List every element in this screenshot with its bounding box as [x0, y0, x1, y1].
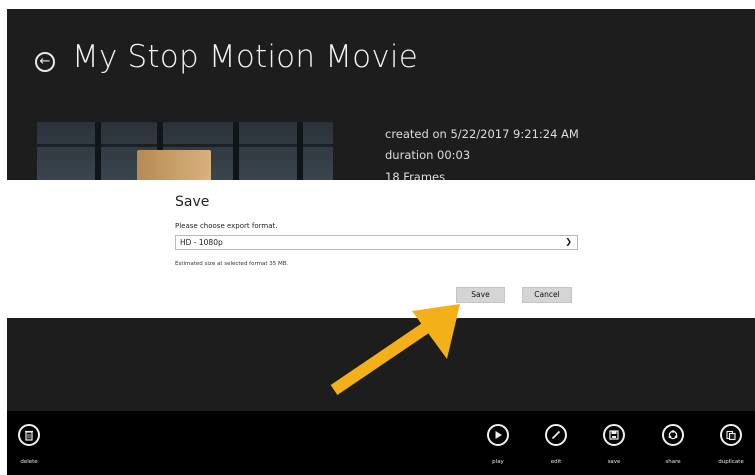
- share-button[interactable]: share: [653, 411, 695, 475]
- duplicate-button[interactable]: duplicate: [711, 411, 753, 475]
- save-label: save: [607, 459, 621, 465]
- delete-button[interactable]: delete: [9, 411, 51, 475]
- edit-label: edit: [550, 459, 562, 465]
- delete-label: delete: [20, 459, 38, 465]
- share-label: share: [665, 459, 681, 465]
- play-button[interactable]: play: [478, 411, 520, 475]
- pointer-arrow-annotation: [330, 304, 460, 395]
- app-bar: delete play edit save share duplicate: [7, 411, 755, 475]
- copy-icon: [726, 430, 736, 441]
- edit-button[interactable]: edit: [536, 411, 578, 475]
- app-window: ← My Stop Motion Movie created on 5/22/2…: [7, 9, 755, 475]
- save-appbar-button[interactable]: save: [594, 411, 636, 475]
- floppy-disk-icon: [609, 430, 619, 440]
- play-label: play: [492, 459, 504, 465]
- trash-icon: [25, 430, 33, 441]
- share-icon: [668, 430, 678, 440]
- pencil-icon: [551, 430, 561, 440]
- duplicate-label: duplicate: [718, 459, 744, 465]
- play-icon: [495, 431, 502, 439]
